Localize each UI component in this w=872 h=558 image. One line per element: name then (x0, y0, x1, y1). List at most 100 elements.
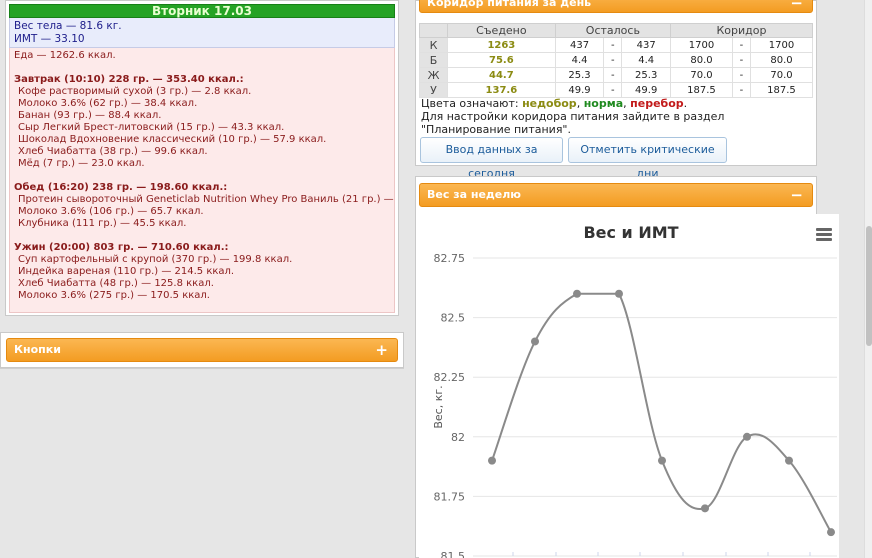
legend-under: недобор (522, 97, 577, 110)
meals-list: Еда — 1262.6 ккал. Завтрак (10:10) 228 г… (9, 48, 395, 313)
corridor-cell-left-min: 25.3 (554, 67, 605, 83)
corridor-table: Съедено Осталось Коридор К 1263 437-437 170… (419, 23, 814, 98)
collapse-icon[interactable]: − (790, 184, 803, 206)
y-tick-label: 82.75 (434, 252, 466, 265)
day-panel: Вторник 17.03 Вес тела — 81.6 кг. ИМТ — … (5, 0, 399, 316)
data-point[interactable] (827, 528, 835, 537)
mark-critical-days-button[interactable]: Отметить критические дни (568, 137, 727, 180)
corridor-cell-left-min: 49.9 (554, 82, 605, 98)
chart-title: Вес и ИМТ (583, 223, 678, 242)
legend-prefix: Цвета означают: (421, 97, 519, 110)
corridor-cell-min: 1700 (670, 37, 733, 53)
weight-panel-header[interactable]: Вес за неделю − (419, 183, 813, 207)
meal-item: Молоко 3.6% (106 гр.) — 65.7 ккал. (18, 206, 204, 217)
meal-block: Ужин (20:00) 803 гр. — 710.60 ккал.: Суп … (14, 242, 390, 302)
corridor-cell-dash: - (731, 67, 751, 83)
weight-text: Вес тела — 81.6 кг. (14, 20, 122, 32)
y-tick-label: 81.75 (434, 490, 466, 503)
collapse-icon[interactable]: − (790, 0, 803, 14)
data-point[interactable] (531, 337, 539, 346)
corridor-row: Ж 44.7 25.3-25.3 70.0-70.0 (419, 67, 814, 83)
y-tick-label: 81.5 (441, 550, 466, 558)
meal-item: Мёд (7 гр.) — 23.0 ккал. (18, 158, 145, 169)
corridor-cell-dash: - (731, 37, 751, 53)
y-tick-label: 82 (451, 431, 465, 444)
meal-title: Обед (16:20) 238 гр. — 198.60 ккал.: (14, 182, 228, 193)
scrollbar-thumb[interactable] (866, 226, 872, 346)
meal-block: Завтрак (10:10) 228 гр. — 353.40 ккал.: К… (14, 74, 390, 170)
corridor-corner-cell (419, 23, 448, 38)
data-point[interactable] (701, 504, 709, 513)
data-point[interactable] (488, 456, 496, 465)
corridor-cell-left-min: 4.4 (554, 52, 605, 68)
corridor-cell-left-max: 437 (621, 37, 671, 53)
y-tick-label: 82.25 (434, 371, 466, 384)
meal-item: Молоко 3.6% (62 гр.) — 38.4 ккал. (18, 98, 198, 109)
corridor-table-body: К 1263 437-437 1700-1700 Б 75.6 4.4-4.4 80.0-80… (419, 37, 814, 98)
weight-panel-title: Вес за неделю (427, 188, 521, 201)
y-axis-label: Вес, кг. (432, 385, 445, 428)
corridor-cell-dash: - (603, 52, 623, 68)
meal-item: Протеин сывороточный Geneticlab Nutritio… (18, 194, 394, 205)
corridor-cell-dash: - (603, 37, 623, 53)
corridor-row: Б 75.6 4.4-4.4 80.0-80.0 (419, 52, 814, 68)
left-empty-area (0, 368, 404, 558)
corridor-cell-eaten: 75.6 (447, 52, 556, 68)
body-summary: Вес тела — 81.6 кг. ИМТ — 33.10 (9, 18, 395, 48)
corridor-cell-eaten: 1263 (447, 37, 556, 53)
meal-block: Обед (16:20) 238 гр. — 198.60 ккал.: Прот… (14, 182, 394, 230)
food-total: Еда — 1262.6 ккал. (14, 50, 116, 61)
data-point[interactable] (573, 289, 581, 298)
page-scrollbar[interactable] (864, 0, 872, 558)
col-eaten: Съедено (447, 23, 556, 38)
meal-item: Шоколад Вдохновение классический (10 гр.… (18, 134, 327, 145)
corridor-cell-label: Ж (419, 67, 448, 83)
corridor-cell-left-max: 49.9 (621, 82, 671, 98)
corridor-cell-dash: - (603, 82, 623, 98)
settings-hint: Для настройки коридора питания зайдите в… (421, 110, 725, 136)
corridor-cell-dash: - (731, 52, 751, 68)
meal-item: Суп картофельный с крупой (370 гр.) — 19… (18, 254, 293, 265)
enter-today-data-button[interactable]: Ввод данных за сегодня (420, 137, 563, 180)
buttons-panel-header[interactable]: Кнопки + (6, 338, 398, 362)
corridor-cell-max: 70.0 (749, 67, 814, 83)
meals-container: Завтрак (10:10) 228 гр. — 353.40 ккал.: К… (14, 74, 394, 302)
corridor-panel-header[interactable]: Коридор питания за день − (419, 0, 813, 13)
data-point[interactable] (658, 456, 666, 465)
weight-chart: Вес и ИМТ Вес, кг. 82.75 82.5 82.25 82 81.75… (419, 214, 839, 558)
col-range: Коридор (670, 23, 813, 38)
corridor-cell-min: 80.0 (670, 52, 733, 68)
corridor-cell-eaten: 137.6 (447, 82, 556, 98)
corridor-table-header: Съедено Осталось Коридор (419, 23, 813, 38)
y-tick-label: 82.5 (441, 312, 466, 325)
corridor-cell-min: 187.5 (670, 82, 733, 98)
data-point[interactable] (743, 432, 751, 441)
meal-item: Хлеб Чиабатта (38 гр.) — 99.6 ккал. (18, 146, 208, 157)
legend-norm: норма (583, 97, 624, 110)
corridor-cell-left-min: 437 (554, 37, 605, 53)
buttons-panel-title: Кнопки (14, 343, 61, 356)
bmi-text: ИМТ — 33.10 (14, 33, 85, 45)
day-header: Вторник 17.03 (9, 4, 395, 18)
meal-item: Банан (93 гр.) — 88.4 ккал. (18, 110, 162, 121)
buttons-panel: Кнопки + (0, 332, 404, 368)
corridor-panel-title: Коридор питания за день (427, 0, 592, 9)
chart-menu-icon[interactable] (816, 228, 832, 242)
chart-grid (473, 257, 837, 557)
corridor-cell-label: Б (419, 52, 448, 68)
weight-series-points (488, 289, 835, 537)
weight-chart-svg: Вес и ИМТ Вес, кг. 82.75 82.5 82.25 82 81.75… (432, 223, 837, 558)
corridor-panel: Коридор питания за день − Съедено Остало… (415, 0, 817, 180)
meal-title: Завтрак (10:10) 228 гр. — 353.40 ккал.: (14, 74, 244, 85)
corridor-cell-label: У (419, 82, 448, 98)
expand-icon[interactable]: + (375, 339, 388, 361)
corridor-cell-eaten: 44.7 (447, 67, 556, 83)
data-point[interactable] (615, 289, 623, 298)
data-point[interactable] (785, 456, 793, 465)
meal-item: Хлеб Чиабатта (48 гр.) — 125.8 ккал. (18, 278, 214, 289)
corridor-row: К 1263 437-437 1700-1700 (419, 37, 814, 53)
corridor-legend: Цвета означают: недобор, норма, перебор.… (421, 97, 725, 136)
corridor-cell-max: 187.5 (749, 82, 814, 98)
meal-item: Кофе растворимый сухой (3 гр.) — 2.8 кка… (18, 86, 252, 97)
meal-item: Молоко 3.6% (275 гр.) — 170.5 ккал. (18, 290, 210, 301)
